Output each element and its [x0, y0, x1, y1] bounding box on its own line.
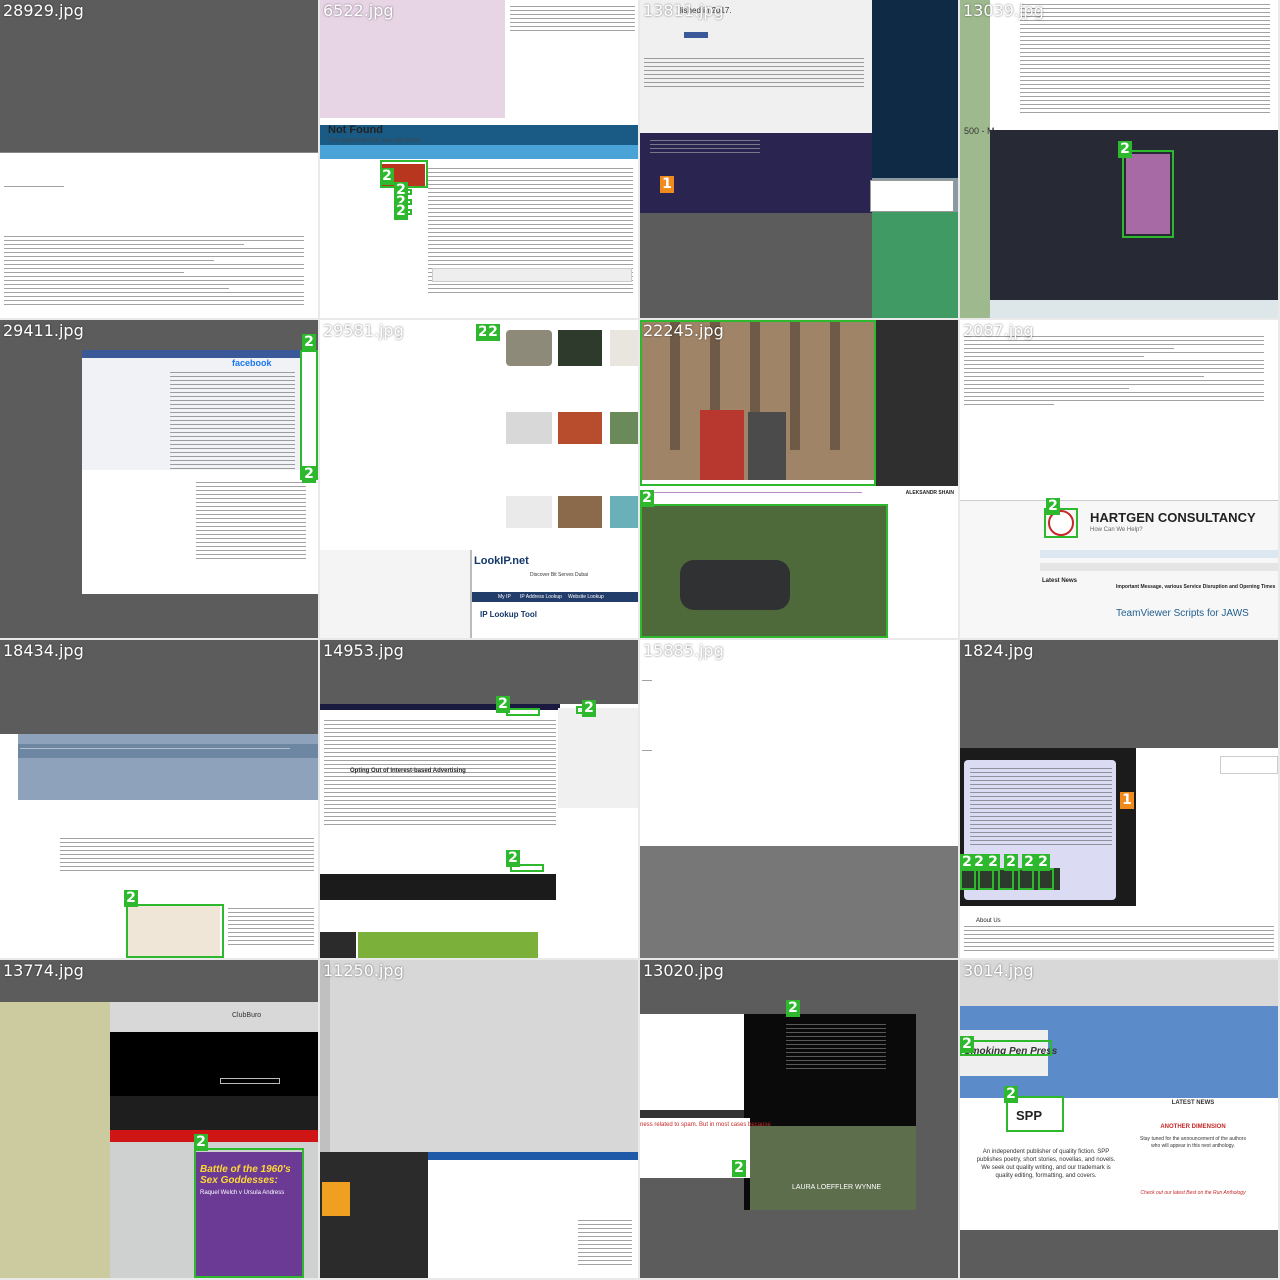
company-tagline: How Can We Help?	[1090, 527, 1143, 533]
tile-13039: 500 - M 2 13039.jpg	[960, 0, 1278, 318]
badge-1: 1	[1120, 792, 1134, 809]
tile-label: 6522.jpg	[323, 1, 394, 20]
badge-2: 2	[302, 334, 316, 351]
detected-region	[640, 504, 888, 638]
lookip-ad[interactable]: Discover Bit Serves Dubai	[530, 572, 588, 578]
badge-2: 2	[496, 696, 510, 713]
spp-blurb: An independent publisher of quality fict…	[976, 1149, 1116, 1179]
photo-overlay: LAURA LOEFFLER WYNNE	[792, 1184, 882, 1191]
tile-29411: facebook 2 2 29411.jpg	[0, 320, 318, 638]
badge-2: 2	[124, 890, 138, 907]
badge-2: 2	[732, 1160, 746, 1177]
detected-region	[126, 904, 224, 958]
badge-2: 2	[302, 466, 316, 483]
news-headline[interactable]: TeamViewer Scripts for JAWS	[1116, 608, 1249, 619]
detected-region	[998, 868, 1014, 890]
badge-2: 2	[486, 324, 500, 341]
tile-label: 11250.jpg	[323, 961, 404, 980]
photo-caption: ALEKSANDR SHAIN	[905, 490, 954, 496]
badge-2: 2	[960, 1036, 974, 1053]
badge-2: 2	[1004, 1086, 1018, 1103]
badge-2: 2	[1022, 854, 1036, 871]
badge-2: 2	[582, 700, 596, 717]
news-title: LATEST NEWS	[1171, 1100, 1215, 1106]
tile-13774: ClubBuro Battle of the 1960's Sex Goddes…	[0, 960, 318, 1278]
detected-region	[978, 868, 994, 890]
company-name: HARTGEN CONSULTANCY	[1090, 510, 1256, 525]
image-grid: 28929.jpg Not Found The requested URL wa…	[0, 0, 1280, 1280]
detected-region	[1122, 150, 1174, 238]
badge-2: 2	[1118, 141, 1132, 158]
tile-label: 2087.jpg	[963, 321, 1034, 340]
tile-13020: 2 ness related to spam. But in most case…	[640, 960, 958, 1278]
tile-28929: 28929.jpg	[0, 0, 318, 318]
detected-region	[506, 708, 540, 716]
not-found-sub: The requested URL was not found	[328, 138, 420, 144]
badge-2: 2	[394, 203, 408, 220]
news-more[interactable]: Check out our latest Best on the Run Ant…	[1138, 1190, 1248, 1196]
tile-label: 29581.jpg	[323, 321, 404, 340]
tile-label: 29411.jpg	[3, 321, 84, 340]
detected-region	[194, 1148, 304, 1278]
tile-label: 1824.jpg	[963, 641, 1034, 660]
detected-region	[300, 350, 318, 480]
news-line: Stay tuned for the announcement of the a…	[1140, 1136, 1246, 1149]
tile-label: 28929.jpg	[3, 1, 84, 20]
badge-2: 2	[380, 168, 394, 185]
latest-news: Latest News	[1042, 578, 1078, 584]
tile-label: 13811.jpg	[643, 1, 724, 20]
badge-1: 1	[660, 176, 674, 193]
tile-label: 13020.jpg	[643, 961, 724, 980]
badge-2: 2	[1046, 498, 1060, 515]
nav-ip-lookup[interactable]: IP Address Lookup	[520, 594, 562, 600]
badge-2: 2	[972, 854, 986, 871]
tile-label: 18434.jpg	[3, 641, 84, 660]
detected-region	[640, 320, 876, 486]
nav-website-lookup[interactable]: Website Lookup	[568, 594, 604, 600]
clubburo-brand: ClubBuro	[232, 1012, 262, 1019]
lookip-logo: LookIP.net	[474, 555, 529, 567]
news-link[interactable]: ANOTHER DIMENSION	[1138, 1124, 1248, 1130]
tile-label: 13774.jpg	[3, 961, 84, 980]
tile-label: 22245.jpg	[643, 321, 724, 340]
nav-my-ip[interactable]: My IP	[498, 594, 511, 600]
tile-15885: 15885.jpg	[640, 640, 958, 958]
badge-2: 2	[1036, 854, 1050, 871]
detected-region	[960, 868, 976, 890]
badge-2: 2	[640, 490, 654, 507]
lookip-heading: IP Lookup Tool	[480, 610, 538, 619]
badge-2: 2	[506, 850, 520, 867]
news-article[interactable]: Important Message, various Service Disru…	[1116, 584, 1275, 590]
not-found-heading: Not Found	[328, 124, 383, 136]
detected-region	[1038, 868, 1054, 890]
tile-11250: 11250.jpg	[320, 960, 638, 1278]
badge-2: 2	[786, 1000, 800, 1017]
tile-label: 14953.jpg	[323, 641, 404, 660]
tile-14953: 2 2 Opting Out of Interest-based Adverti…	[320, 640, 638, 958]
tile-13811: lished in 2017. 1 13811.jpg	[640, 0, 958, 318]
detected-region	[1018, 868, 1034, 890]
badge-2: 2	[986, 854, 1000, 871]
tile-label: 3014.jpg	[963, 961, 1034, 980]
about-us-title: About Us	[976, 918, 1001, 924]
tile-22245: ALEKSANDR SHAIN 2 22245.jpg	[640, 320, 958, 638]
facebook-brand: facebook	[232, 358, 272, 368]
tile-2087: 2 HARTGEN CONSULTANCY How Can We Help? L…	[960, 320, 1278, 638]
tile-1824: 1 2 2 2 2 2 2 About Us 1824.jpg	[960, 640, 1278, 958]
tile-29581: 2 2 LookIP.net Discover Bit Serves Dubai…	[320, 320, 638, 638]
tile-18434: 2 18434.jpg	[0, 640, 318, 958]
tile-label: 13039.jpg	[963, 1, 1044, 20]
badge-2: 2	[194, 1134, 208, 1151]
tile-label: 15885.jpg	[643, 641, 724, 660]
badge-2: 2	[1004, 854, 1018, 871]
tile-6522: Not Found The requested URL was not foun…	[320, 0, 638, 318]
tile-3014: Smoking Pen Press 2 SPP 2 An independent…	[960, 960, 1278, 1278]
